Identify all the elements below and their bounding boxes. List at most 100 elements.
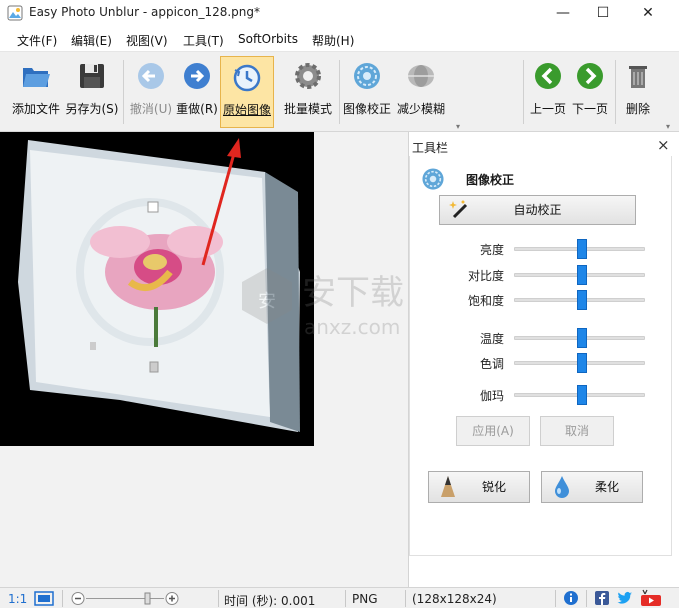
menu-edit[interactable]: 编辑(E) (71, 32, 112, 49)
toolbar-separator (615, 60, 616, 124)
title-bar: Easy Photo Unblur - appicon_128.png* — ☐… (0, 0, 679, 26)
save-as-button[interactable]: 另存为(S) (64, 56, 120, 128)
toolbar-overflow-icon[interactable]: ▾ (456, 122, 460, 131)
soften-label: 柔化 (594, 480, 619, 494)
slider-label: 亮度 (479, 243, 504, 257)
undo-label: 撤消(U) (129, 102, 173, 116)
toolbar-overflow-icon[interactable]: ▾ (666, 122, 670, 131)
close-button[interactable]: ✕ (625, 0, 671, 26)
svg-text:安: 安 (258, 291, 276, 312)
toolbar: 添加文件 另存为(S) 撤消(U) 重做(R) 原始图像 批量模式 图像校正 减… (0, 52, 679, 132)
window-title: Easy Photo Unblur - appicon_128.png* (29, 5, 261, 19)
panel-close-button[interactable]: × (657, 136, 670, 154)
slider-thumb[interactable] (576, 290, 587, 310)
menu-bar: 文件(F) 编辑(E) 视图(V) 工具(T) SoftOrbits 帮助(H) (0, 26, 679, 52)
slider-label: 对比度 (467, 269, 504, 283)
image-dimensions: (128x128x24) (412, 592, 497, 606)
youtube-icon[interactable] (640, 589, 662, 607)
reduce-blur-label: 减少模糊 (396, 102, 445, 116)
slider-label: 伽玛 (479, 389, 504, 403)
menu-file[interactable]: 文件(F) (17, 32, 57, 49)
original-image-label: 原始图像 (222, 103, 271, 117)
menu-view[interactable]: 视图(V) (126, 32, 168, 49)
slider-label: 色调 (479, 357, 504, 371)
twitter-icon[interactable] (617, 591, 633, 605)
reduce-blur-button[interactable]: 减少模糊 (394, 56, 448, 128)
history-clock-icon (233, 64, 261, 92)
status-separator (555, 590, 556, 607)
menu-help[interactable]: 帮助(H) (312, 32, 354, 49)
slider-temperature: 温度 (444, 328, 674, 349)
sharpen-button[interactable]: 锐化 (428, 471, 530, 503)
redo-arrow-icon (184, 63, 210, 89)
zoom-actual-size-button[interactable]: 1:1 (8, 592, 27, 606)
auto-correct-label: 自动校正 (513, 203, 562, 217)
gear-icon (295, 63, 321, 89)
status-separator (345, 590, 346, 607)
prev-page-label: 上一页 (529, 102, 566, 116)
add-file-button[interactable]: 添加文件 (8, 56, 64, 128)
image-correction-button[interactable]: 图像校正 (341, 56, 393, 128)
redo-label: 重做(R) (176, 102, 218, 116)
folder-open-icon (23, 68, 50, 87)
slider-gamma: 伽玛 (444, 385, 674, 406)
image-correction-label: 图像校正 (342, 102, 391, 116)
status-separator (586, 590, 587, 607)
water-drop-icon (555, 476, 569, 498)
status-separator (62, 590, 63, 607)
undo-button[interactable]: 撤消(U) (127, 56, 175, 128)
undo-arrow-icon (138, 63, 164, 89)
image-format: PNG (352, 592, 378, 606)
auto-correct-button[interactable]: 自动校正 (439, 195, 636, 225)
add-file-label: 添加文件 (11, 102, 60, 116)
svg-text:anxz.com: anxz.com (304, 315, 400, 339)
toolbar-separator (339, 60, 340, 124)
batch-mode-button[interactable]: 批量模式 (280, 56, 336, 128)
menu-softorbits[interactable]: SoftOrbits (238, 32, 298, 46)
status-separator (405, 590, 406, 607)
save-as-label: 另存为(S) (65, 102, 119, 116)
apply-button[interactable]: 应用(A) (456, 416, 530, 446)
soften-button[interactable]: 柔化 (541, 471, 643, 503)
slider-thumb[interactable] (576, 328, 587, 348)
slider-label: 温度 (479, 332, 504, 346)
slider-saturation: 饱和度 (444, 290, 674, 311)
processing-time: 时间 (秒): 0.001 (224, 594, 316, 608)
slider-brightness: 亮度 (444, 239, 674, 260)
info-icon[interactable] (563, 590, 579, 606)
slider-thumb[interactable] (576, 385, 587, 405)
maximize-button[interactable]: ☐ (580, 0, 626, 26)
aperture-icon (422, 168, 444, 190)
next-page-label: 下一页 (571, 102, 608, 116)
prev-page-button[interactable]: 上一页 (528, 56, 568, 128)
sharpen-label: 锐化 (481, 480, 506, 494)
app-icon (7, 5, 23, 21)
status-separator (218, 590, 219, 607)
slider-thumb[interactable] (576, 265, 587, 285)
facebook-icon[interactable] (595, 591, 609, 605)
section-title: 图像校正 (466, 173, 515, 187)
original-image-button[interactable]: 原始图像 (220, 56, 274, 128)
tool-panel-header: 工具栏 × (409, 136, 679, 156)
cancel-button[interactable]: 取消 (540, 416, 614, 446)
next-page-button[interactable]: 下一页 (570, 56, 610, 128)
slider-thumb[interactable] (576, 353, 587, 373)
arrow-left-icon (535, 63, 561, 89)
slider-thumb[interactable] (576, 239, 587, 259)
menu-tools[interactable]: 工具(T) (183, 32, 224, 49)
delete-button[interactable]: 删除 (620, 56, 656, 128)
magic-wand-icon (449, 200, 468, 219)
blur-sphere-icon (408, 65, 434, 87)
toolbar-separator (123, 60, 124, 124)
fit-window-icon[interactable] (34, 591, 54, 606)
svg-text:安下载: 安下载 (302, 273, 404, 313)
aperture-icon (354, 63, 380, 89)
annotation-arrow-icon (201, 138, 241, 266)
floppy-disk-icon (80, 64, 104, 88)
tool-panel-title: 工具栏 (412, 141, 449, 155)
slider-tint: 色调 (444, 353, 674, 374)
slider-label: 饱和度 (467, 294, 504, 308)
arrow-right-icon (577, 63, 603, 89)
redo-button[interactable]: 重做(R) (175, 56, 219, 128)
zoom-slider[interactable] (70, 590, 180, 607)
